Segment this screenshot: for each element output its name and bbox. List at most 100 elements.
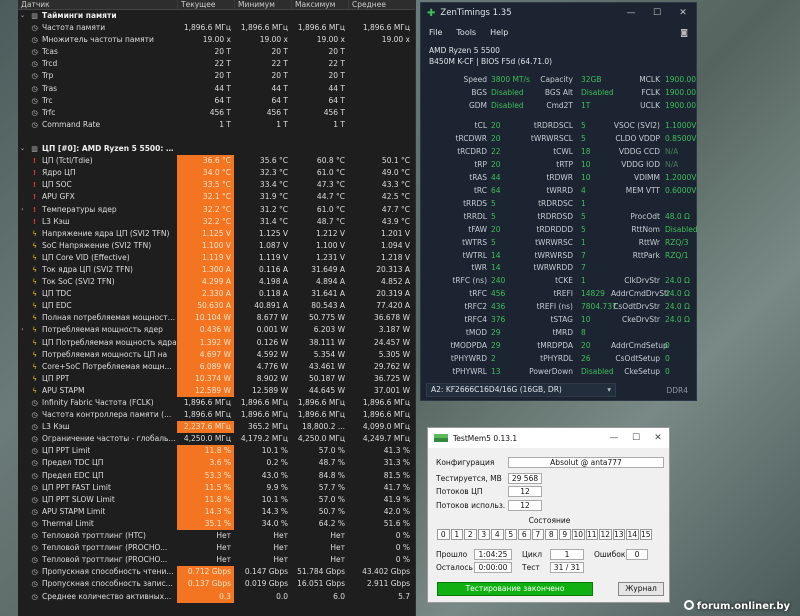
sensor-row[interactable]: ! L3 Кэш 32.2 °C 31.4 °C 48.7 °C 43.9 °C bbox=[18, 215, 415, 228]
sensor-row[interactable]: ◷ Trfc 456 T 456 T 456 T bbox=[18, 107, 415, 119]
min-value: 1.125 V bbox=[259, 228, 288, 238]
thermometer-icon: ! bbox=[32, 217, 37, 226]
close-icon[interactable]: ✕ bbox=[670, 8, 696, 18]
sensor-row[interactable]: ϟ ЦП Потребляемая мощность ядра 1.392 W 0.1… bbox=[18, 336, 415, 349]
collapse-icon[interactable]: ⌄ bbox=[18, 10, 27, 22]
sensor-row[interactable]: ! Ядро ЦП 34.0 °C 32.3 °C 61.0 °C 49.0 °C bbox=[18, 167, 415, 180]
sensor-row[interactable]: › ϟ Потребляемая мощность ядер 0.436 W 0.001… bbox=[18, 324, 415, 337]
min-value: Нет bbox=[273, 531, 288, 541]
sensor-row[interactable]: ◷ Tras 44 T 44 T 44 T bbox=[18, 83, 415, 95]
menu-help[interactable]: Help bbox=[490, 28, 508, 37]
sensor-row[interactable]: ! ЦП (Tctl/Tdie) 36.6 °C 35.6 °C 60.8 °C 50.1… bbox=[18, 155, 415, 168]
current-value: 20 T bbox=[214, 47, 231, 57]
sensor-row[interactable]: ◷ Trcd 22 T 22 T 22 T bbox=[18, 58, 415, 70]
sensor-row[interactable]: ◷ ЦП PPT Limit 11.8 % 10.1 % 57.0 % 41.3 % bbox=[18, 445, 415, 458]
min-value: 1.087 V bbox=[259, 240, 288, 250]
timing-label: tWRWRSC bbox=[535, 237, 573, 247]
avg-value bbox=[348, 58, 413, 70]
sensor-row[interactable]: ϟ Потребляемая мощность ЦП на 4.697 W 4.592… bbox=[18, 348, 415, 361]
sensor-row[interactable]: ◷ Infinity Fabric Частота (FCLK) 1,896.6 М… bbox=[18, 397, 415, 409]
sensor-row[interactable]: ! APU GFX 32.1 °C 31.9 °C 44.7 °C 42.5 °C bbox=[18, 191, 415, 204]
sensor-row[interactable]: ◷ Tcas 20 T 20 T 20 T bbox=[18, 46, 415, 58]
timing-label: tRFC bbox=[469, 289, 487, 299]
sensor-label: Пропускная способность чтени... bbox=[42, 567, 174, 577]
expand-icon[interactable]: › bbox=[18, 204, 27, 216]
menu-file[interactable]: File bbox=[429, 28, 442, 37]
min-value: 4,179.2 МГц bbox=[240, 434, 288, 444]
min-value: 19.00 x bbox=[259, 35, 288, 45]
sensor-group-header[interactable]: ⌄ ▥ ЦП [#0]: AMD Ryzen 5 5500: Enhanced bbox=[18, 143, 415, 155]
max-value: 5.354 W bbox=[313, 349, 345, 359]
zt-title: ZenTimings 1.35 bbox=[440, 8, 512, 18]
minimize-icon[interactable]: — bbox=[603, 433, 625, 443]
test-status-button[interactable]: Тестирование закончено bbox=[437, 582, 593, 596]
maximize-icon[interactable]: ☐ bbox=[625, 433, 647, 443]
close-icon[interactable]: ✕ bbox=[647, 433, 669, 443]
max-value: 31.641 A bbox=[311, 289, 345, 299]
sensor-row[interactable]: ◷ Trp 20 T 20 T 20 T bbox=[18, 70, 415, 82]
sensor-row[interactable]: ◷ Тепловой троттлинг (PROCHO... Нет Нет Нет 0… bbox=[18, 542, 415, 554]
sensor-row[interactable]: ϟ SoC Напряжение (SVI2 TFN) 1.100 V 1.087 V… bbox=[18, 239, 415, 252]
sensor-row[interactable]: ϟ ЦП Core VID (Effective) 1.119 V 1.119 V 1.… bbox=[18, 251, 415, 264]
screenshot-camera-icon[interactable]: ◙ bbox=[680, 28, 688, 37]
sensor-label: Напряжение ядра ЦП (SVI2 TFN) bbox=[42, 228, 170, 238]
sensor-row[interactable]: ◷ Ограничение частоты - глобаль... 4,250.0… bbox=[18, 433, 415, 445]
sensor-row[interactable]: ◷ Предел TDC ЦП 3.6 % 0.2 % 48.7 % 31.3 % bbox=[18, 457, 415, 470]
timing-label: VDDG IOD bbox=[621, 159, 660, 169]
sensor-row[interactable]: ϟ Ток SoC (SVI2 TFN) 4.299 A 4.198 A 4.894 A… bbox=[18, 276, 415, 289]
minimize-icon[interactable]: — bbox=[618, 8, 644, 18]
expand-icon[interactable]: › bbox=[18, 324, 27, 336]
sensor-row[interactable]: ◷ APU STAPM Limit 14.3 % 14.3 % 50.7 % 42.0 % bbox=[18, 505, 415, 518]
sensor-row[interactable]: ◷ Тепловой троттлинг (HTC) Нет Нет Нет 0 % bbox=[18, 530, 415, 542]
sensor-row[interactable]: ◷ Множитель частоты памяти 19.00 x 19.00 x 1… bbox=[18, 34, 415, 46]
sensor-row[interactable]: ›! Температуры ядер 32.2 °C 31.2 °C 61.0 °C 4… bbox=[18, 203, 415, 216]
col-sensor[interactable]: Датчик bbox=[18, 0, 177, 9]
col-current[interactable]: Текущее bbox=[177, 0, 234, 9]
sensor-row[interactable]: ◷ Предел EDC ЦП 53.3 % 43.0 % 84.8 % 81.5 % bbox=[18, 469, 415, 482]
timing-value: Disabled bbox=[665, 224, 698, 234]
min-value: 32.3 °C bbox=[259, 168, 288, 178]
sensor-rows: ⌄ ▥ Тайминги памяти ◷ Частота памяти 1,896.6 … bbox=[18, 10, 415, 603]
sensor-row[interactable]: ϟ Напряжение ядра ЦП (SVI2 TFN) 1.125 V 1.1… bbox=[18, 227, 415, 240]
col-min[interactable]: Минимум bbox=[234, 0, 291, 9]
sensor-row[interactable]: ◷ ЦП PPT FAST Limit 11.5 % 9.9 % 57.7 % 41.7 … bbox=[18, 481, 415, 494]
sensor-name: ◷ Предел TDC ЦП bbox=[18, 457, 177, 469]
max-value: 1 T bbox=[333, 119, 345, 129]
col-avg[interactable]: Среднее bbox=[348, 0, 413, 9]
timing-value: 24.0 Ω bbox=[665, 276, 690, 286]
current-value: 456 T bbox=[209, 107, 231, 117]
sensor-row[interactable]: ◷ Command Rate 1 T 1 T 1 T bbox=[18, 119, 415, 131]
min-value: 8.902 W bbox=[256, 373, 288, 383]
sensor-row[interactable]: ◷ Пропускная способность чтени... 0.712 Gb… bbox=[18, 566, 415, 579]
sensor-row[interactable]: ◷ Trc 64 T 64 T 64 T bbox=[18, 95, 415, 107]
sensor-row[interactable]: ϟ Ток ядра ЦП (SVI2 TFN) 1.300 A 0.116 A 31.… bbox=[18, 263, 415, 277]
sensor-row[interactable]: ϟ Полная потребляемая мощность ЦП 10.104 W… bbox=[18, 312, 415, 325]
sensor-row[interactable]: ◷ ЦП PPT SLOW Limit 11.8 % 10.1 % 57.0 % 41.9… bbox=[18, 493, 415, 506]
sensor-row[interactable]: ◷ Частота контроллера памяти (... 1,896.6 … bbox=[18, 409, 415, 421]
clock-icon: ◷ bbox=[31, 483, 38, 492]
max-value: 456 T bbox=[323, 107, 345, 117]
sensor-row[interactable]: ◷ Пропускная способность запис... 0.137 Gb… bbox=[18, 578, 415, 591]
memory-module-select[interactable]: A2: KF2666C16D4/16G (16GB, DR) ▾ bbox=[426, 383, 616, 397]
menu-tools[interactable]: Tools bbox=[456, 28, 476, 37]
sensor-row[interactable]: ϟ APU STAPM 12.589 W 12.589 W 44.645 W 37.001… bbox=[18, 384, 415, 397]
collapse-icon[interactable]: ⌄ bbox=[18, 143, 27, 155]
maximize-icon[interactable]: ☐ bbox=[644, 8, 670, 18]
sensor-row[interactable]: ϟ ЦП TDC 2.330 A 0.118 A 31.641 A 20.319 A bbox=[18, 288, 415, 301]
sensor-row[interactable]: ! ЦП SOC 33.5 °C 33.4 °C 47.3 °C 43.3 °C bbox=[18, 179, 415, 192]
sensor-row[interactable]: ◷ Частота памяти 1,896.6 МГц 1,896.6 МГц 1,8… bbox=[18, 22, 415, 34]
timing-label: tRFC4 bbox=[464, 315, 487, 325]
sensor-row[interactable]: ϟ ЦП EDC 50.630 A 40.891 A 80.543 A 77.420 A bbox=[18, 300, 415, 313]
sensor-row[interactable]: ϟ Core+SoC Потребляемая мощн... 6.089 W 4.7… bbox=[18, 360, 415, 373]
sensor-row[interactable]: ◷ Среднее количество активных... 0.3 0.0 6.0… bbox=[18, 590, 415, 603]
current-value: Нет bbox=[216, 531, 231, 541]
sensor-row[interactable]: ϟ ЦП PPT 10.374 W 8.902 W 50.187 W 36.725 W bbox=[18, 372, 415, 385]
current-value: 12.589 W bbox=[177, 384, 234, 397]
sensor-row[interactable]: ◷ Thermal Limit 35.1 % 34.0 % 64.2 % 51.6 % bbox=[18, 517, 415, 531]
col-max[interactable]: Максимум bbox=[291, 0, 348, 9]
log-button[interactable]: Журнал bbox=[618, 582, 664, 596]
thread-cell: 13 bbox=[612, 529, 625, 540]
sensor-row[interactable]: ◷ Тепловой троттлинг (PROCHO... Нет Нет Нет 0… bbox=[18, 554, 415, 566]
sensor-group-header[interactable]: ⌄ ▥ Тайминги памяти bbox=[18, 10, 415, 22]
sensor-row[interactable]: ◷ L3 Кэш 2,237.6 МГц 365.2 МГц 18,800.2 ... 4… bbox=[18, 421, 415, 434]
